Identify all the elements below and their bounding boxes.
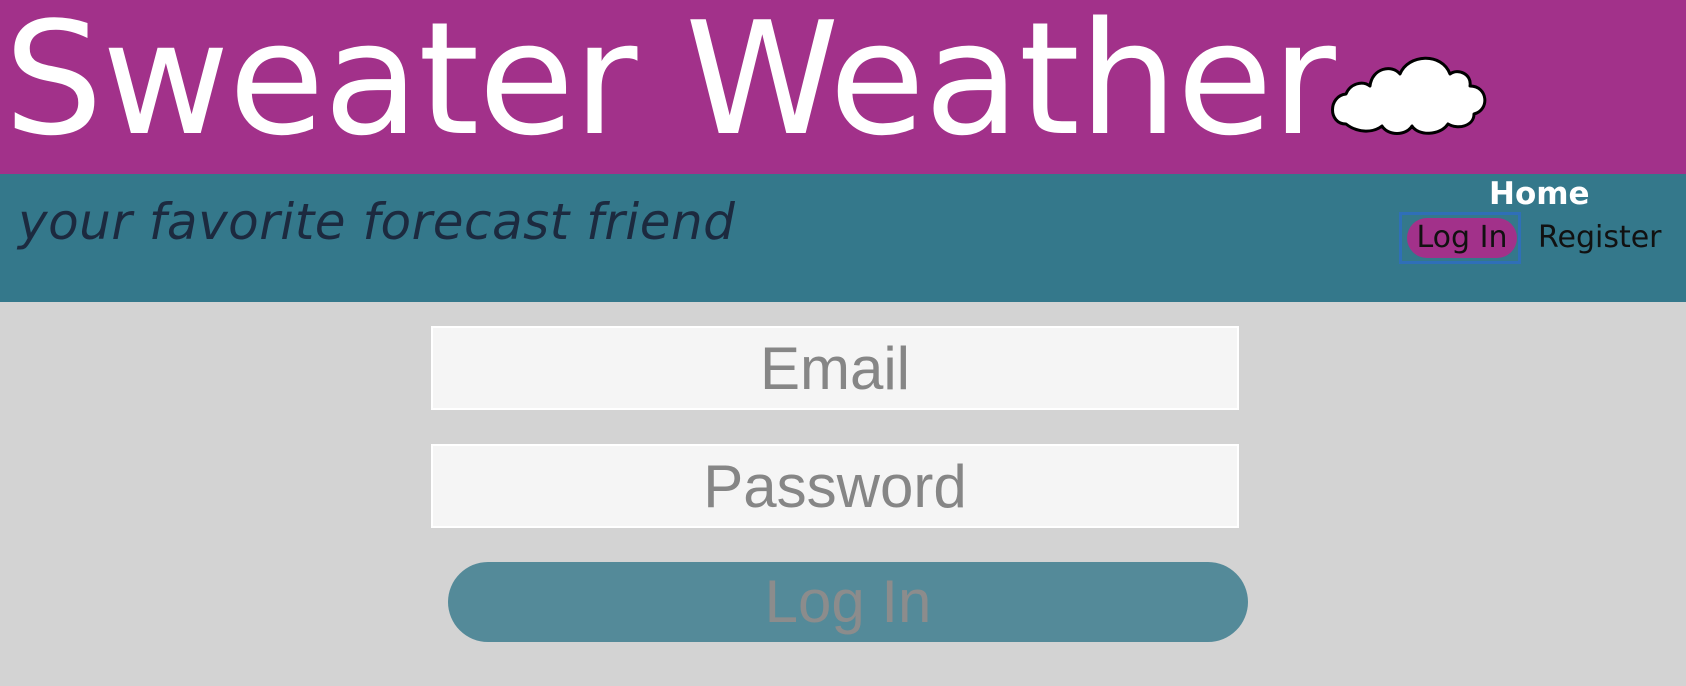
site-banner: Sweater Weather: [0, 0, 1686, 174]
nav-register-link[interactable]: Register: [1538, 218, 1662, 258]
site-title: Sweater Weather: [4, 0, 1336, 170]
sub-header: your favorite forecast friend Home Log I…: [0, 174, 1686, 302]
page: Sweater Weather your favorite forecast f…: [0, 0, 1686, 686]
cloud-icon: [1331, 56, 1487, 135]
email-field[interactable]: [431, 326, 1239, 410]
tagline: your favorite forecast friend: [18, 193, 736, 251]
login-submit-button[interactable]: Log In: [448, 562, 1248, 642]
password-field[interactable]: [431, 444, 1239, 528]
nav-home-link[interactable]: Home: [1489, 174, 1590, 214]
nav-login-button[interactable]: Log In: [1407, 218, 1517, 258]
